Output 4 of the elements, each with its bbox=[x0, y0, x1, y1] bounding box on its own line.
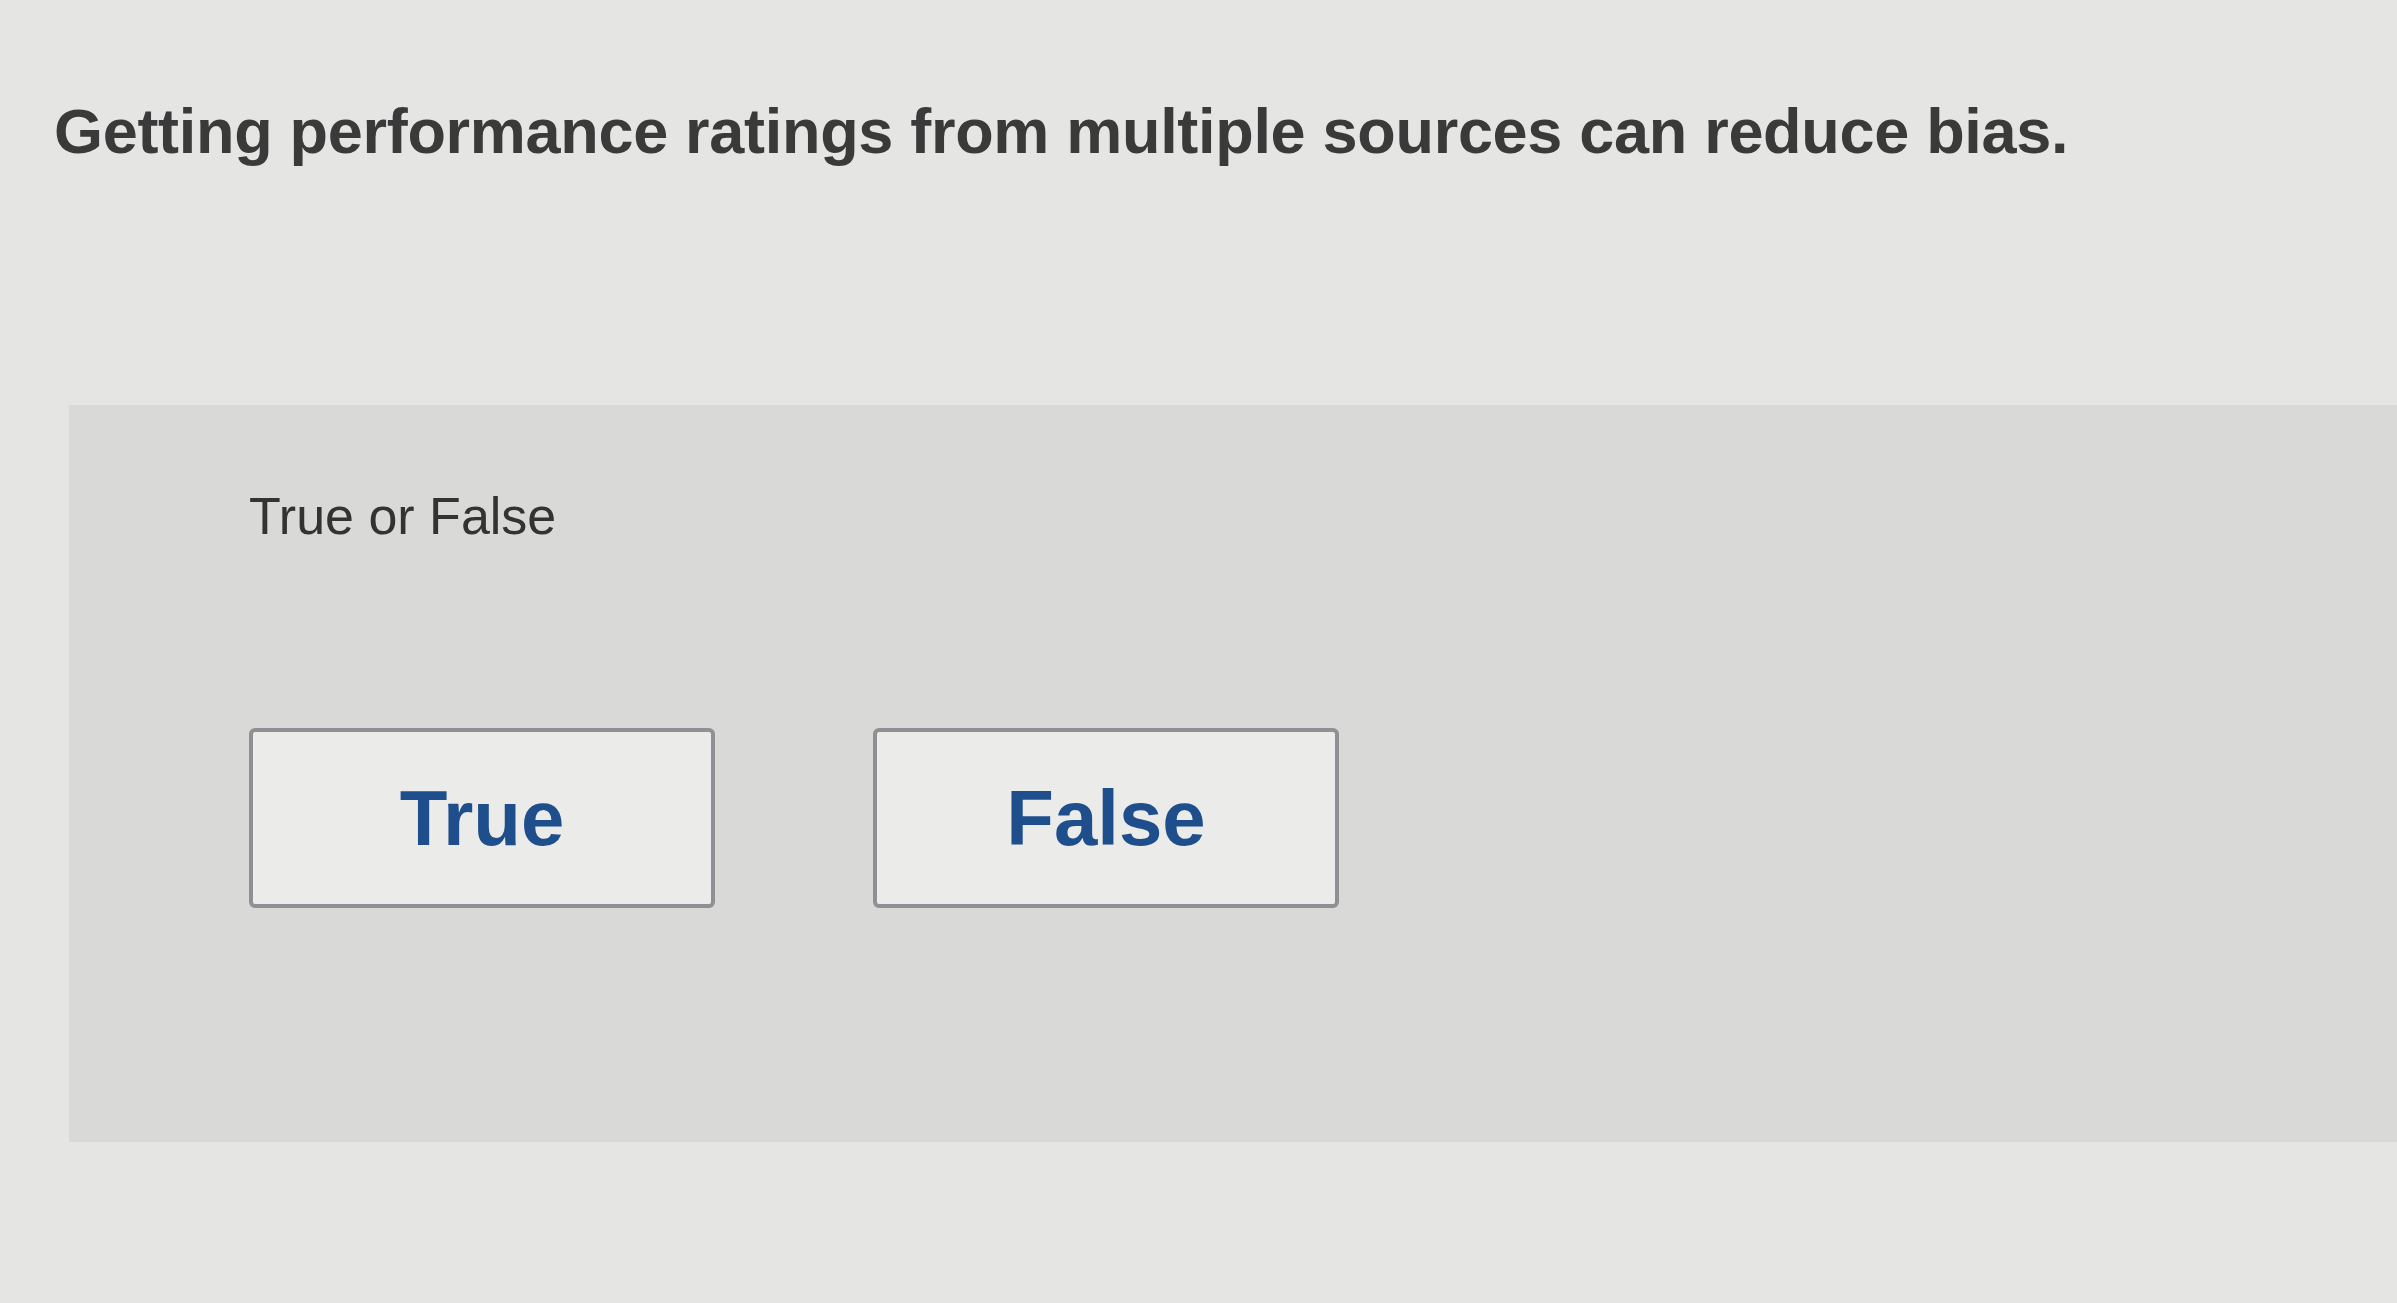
prompt-text: True or False bbox=[249, 485, 557, 547]
question-text: Getting performance ratings from multiple sources can reduce bias. bbox=[54, 95, 2069, 168]
answer-option-button[interactable]: True bbox=[249, 728, 715, 909]
answer-option-button[interactable]: False bbox=[873, 728, 1339, 909]
